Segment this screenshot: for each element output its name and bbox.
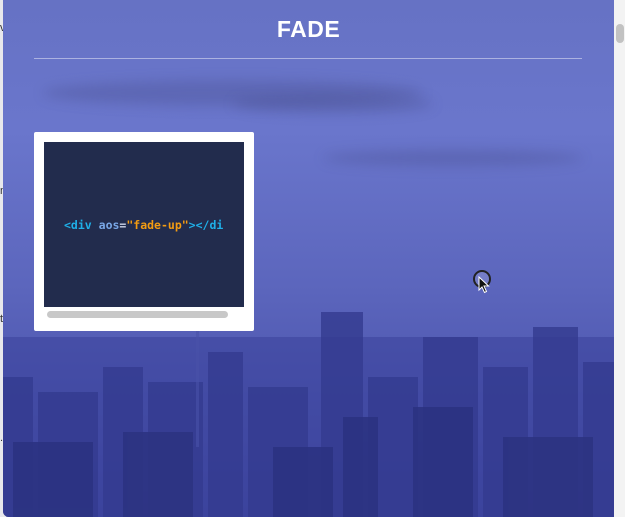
code-token-string: "fade-up" — [126, 218, 189, 232]
code-horizontal-scrollbar[interactable] — [47, 311, 228, 318]
page-scrollbar-thumb[interactable] — [616, 24, 624, 43]
title-divider — [34, 58, 582, 59]
code-example-card: <div aos="fade-up"></di — [34, 132, 254, 331]
cloud-shape — [323, 150, 583, 166]
code-token-tag: <div — [64, 218, 92, 232]
mouse-cursor-icon — [478, 276, 490, 294]
cloud-shape — [233, 95, 433, 113]
code-token-attribute: aos — [98, 218, 120, 232]
fade-hero-section: FADE <div aos="fade-up"></di — [3, 0, 614, 517]
section-title: FADE — [276, 16, 341, 43]
code-token-close: ></di — [188, 218, 224, 232]
code-block: <div aos="fade-up"></di — [44, 142, 244, 307]
code-line: <div aos="fade-up"></di — [64, 218, 223, 232]
page-scrollbar-track[interactable] — [614, 0, 625, 517]
